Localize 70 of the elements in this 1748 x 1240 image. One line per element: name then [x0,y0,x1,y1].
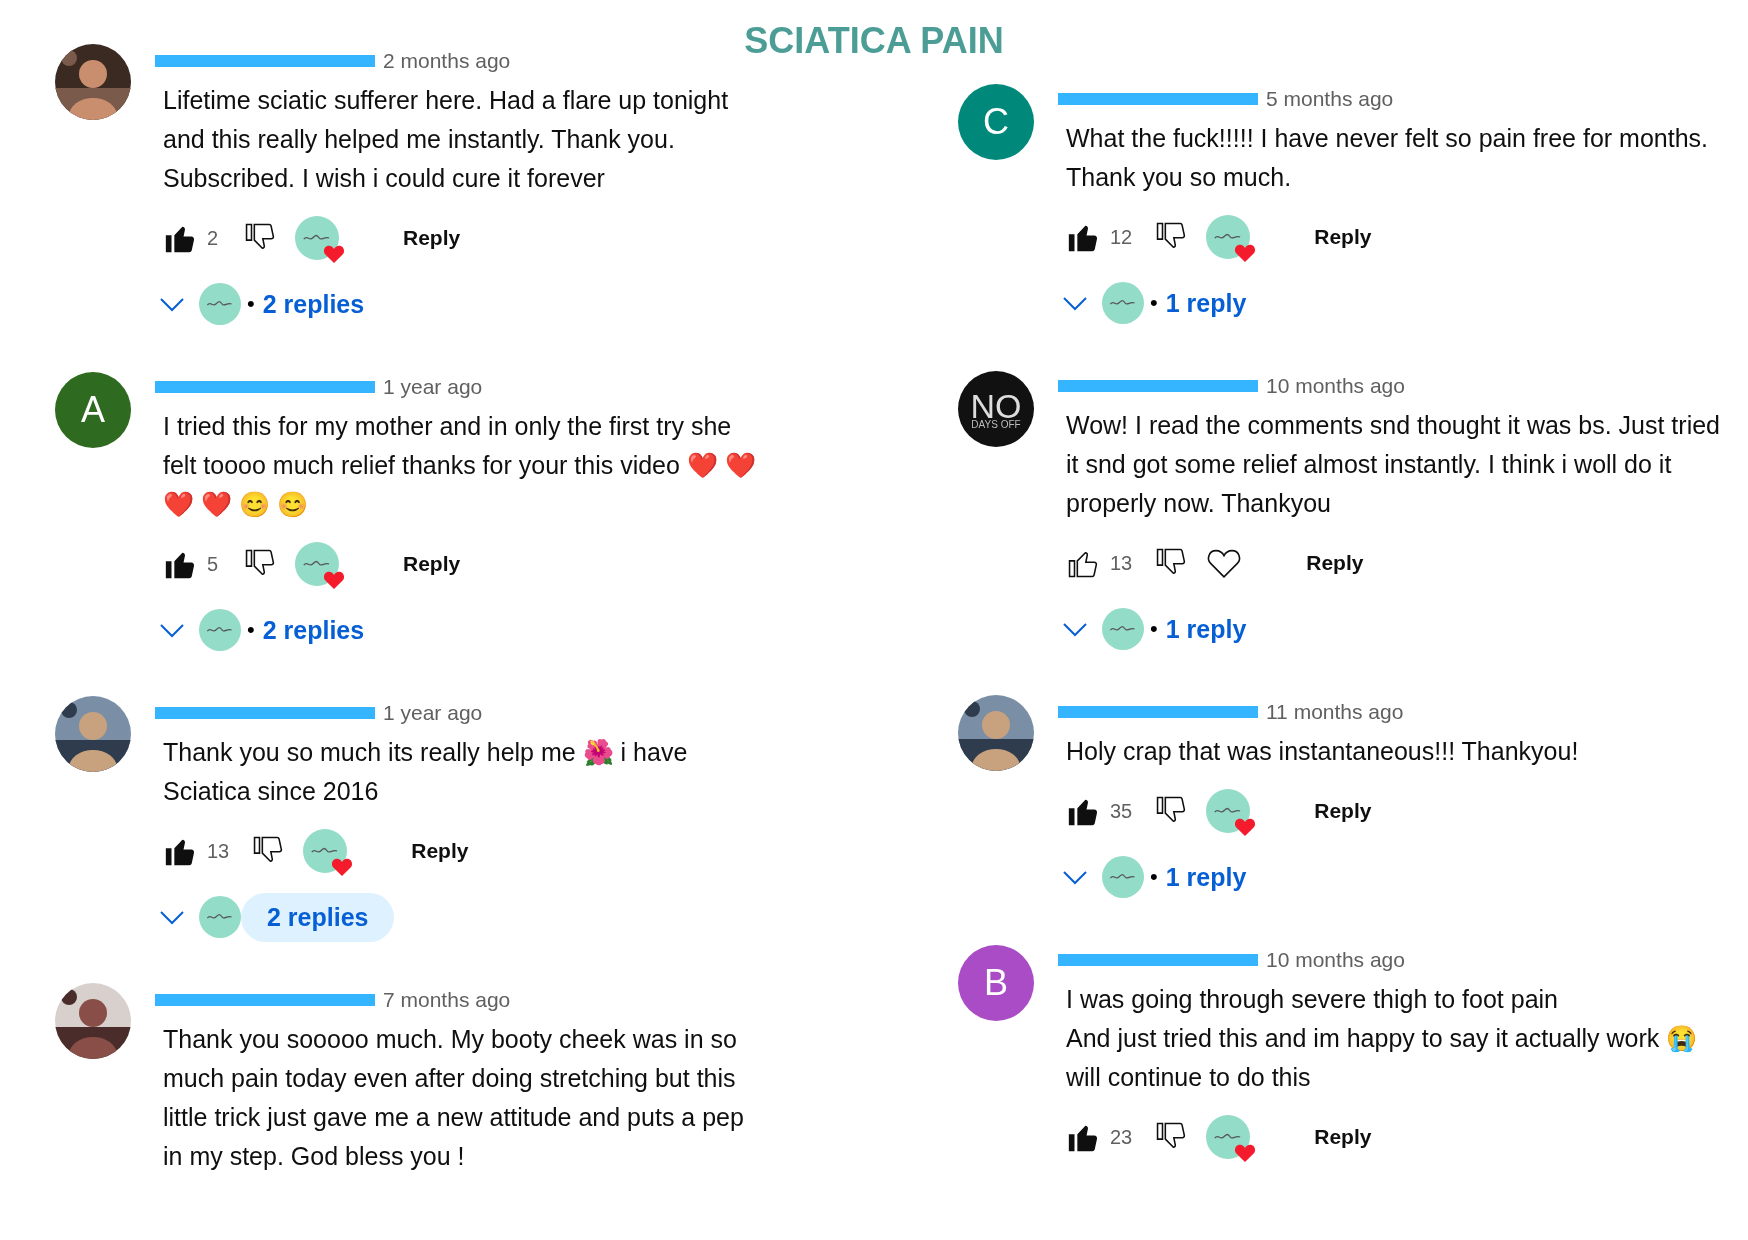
reply-button[interactable]: Reply [1302,793,1384,829]
comment-text: I was going through severe thigh to foot pain And just tried this and im happy to say it actually work 😭 will continue to do this [1066,984,1699,1093]
comment-text: Thank you sooooo much. My booty cheek was in so much pain today even after doing stretching but this little trick just gave me a new attitude and puts a pep in my step. God bless you ! [163,1024,745,1172]
chevron-down-icon[interactable] [159,909,185,925]
creator-avatar [295,216,339,260]
replies-button[interactable]: 2 replies [262,281,365,327]
heart-icon [1234,817,1257,837]
bullet: • [247,617,255,643]
like-count: 23 [1110,1125,1133,1149]
comment-time: 2 months ago [383,49,511,73]
chevron-down-icon[interactable] [1062,621,1088,637]
comment-time: 7 months ago [383,988,511,1012]
like-count: 35 [1110,799,1133,823]
comment-text: Thank you so much its really help me 🌺 i have Sciatica since 2016 [163,737,689,807]
creator-avatar [1206,215,1251,259]
avatar-letter: B [984,962,1008,1004]
comment-time: 10 months ago [1266,948,1405,972]
like-count: 13 [207,839,230,863]
creator-avatar [303,829,348,873]
bullet: • [1150,864,1158,890]
heart-icon [1234,243,1257,263]
creator-avatar [1102,282,1144,324]
reply-button[interactable]: Reply [391,220,473,256]
reply-button[interactable]: Reply [1302,219,1384,255]
replies-button[interactable]: 1 reply [1165,606,1247,652]
reply-button[interactable]: Reply [399,833,481,869]
chevron-down-icon[interactable] [1062,869,1088,885]
reply-button[interactable]: Reply [1294,545,1376,581]
heart-icon [323,570,345,590]
comment-text: Holy crap that was instantaneous!!! Thankyou! [1066,736,1580,767]
comment-time: 1 year ago [383,701,483,725]
heart-icon [1234,1143,1257,1163]
bullet: • [247,291,255,317]
comment-time: 1 year ago [383,375,483,399]
page-title: SCIATICA PAIN [744,20,1004,62]
heart-icon [323,244,345,264]
replies-button[interactable]: 1 reply [1165,280,1247,326]
comment-text: What the fuck!!!!! I have never felt so pain free for months. Thank you so much. [1066,123,1709,193]
comment-text: Wow! I read the comments snd thought it was bs. Just tried it snd got some relief almost instantly. I think i woll do it properly now. Thankyou [1066,410,1721,519]
heart-icon[interactable] [1206,547,1243,579]
reply-button[interactable]: Reply [1302,1119,1384,1155]
creator-avatar [295,542,339,586]
like-count: 12 [1110,225,1133,249]
replies-button[interactable]: 2 replies [241,892,395,942]
creator-avatar [199,609,241,651]
comment-text: I tried this for my mother and in only the first try she felt toooo much relief thanks for your this video ❤ ❤ ❤ ❤ 😊 😊 [163,411,757,520]
bullet: • [1150,616,1158,642]
chevron-down-icon[interactable] [159,296,185,312]
like-count: 2 [207,226,220,250]
creator-avatar [199,896,241,938]
avatar-letter: A [81,389,105,431]
creator-avatar [1206,789,1251,833]
creator-avatar [1102,608,1144,650]
replies-button[interactable]: 2 replies [262,607,365,653]
comment-time: 11 months ago [1266,700,1404,724]
comment-text: Lifetime sciatic sufferer here. Had a flare up tonight and this really helped me instantly. Thank you. Subscribed. I wish i could cure it forever [163,85,730,194]
avatar-letter: C [983,101,1009,143]
heart-icon [331,857,354,877]
creator-avatar [1102,856,1144,898]
creator-avatar [199,283,241,325]
creator-avatar [1206,1115,1251,1159]
comment-time: 10 months ago [1266,374,1405,398]
replies-button[interactable]: 1 reply [1165,854,1247,900]
comment-time: 5 months ago [1266,87,1394,111]
like-count: 5 [207,552,220,576]
reply-button[interactable]: Reply [391,546,473,582]
chevron-down-icon[interactable] [159,622,185,638]
like-count: 13 [1110,551,1133,575]
chevron-down-icon[interactable] [1062,295,1088,311]
bullet: • [1150,290,1158,316]
